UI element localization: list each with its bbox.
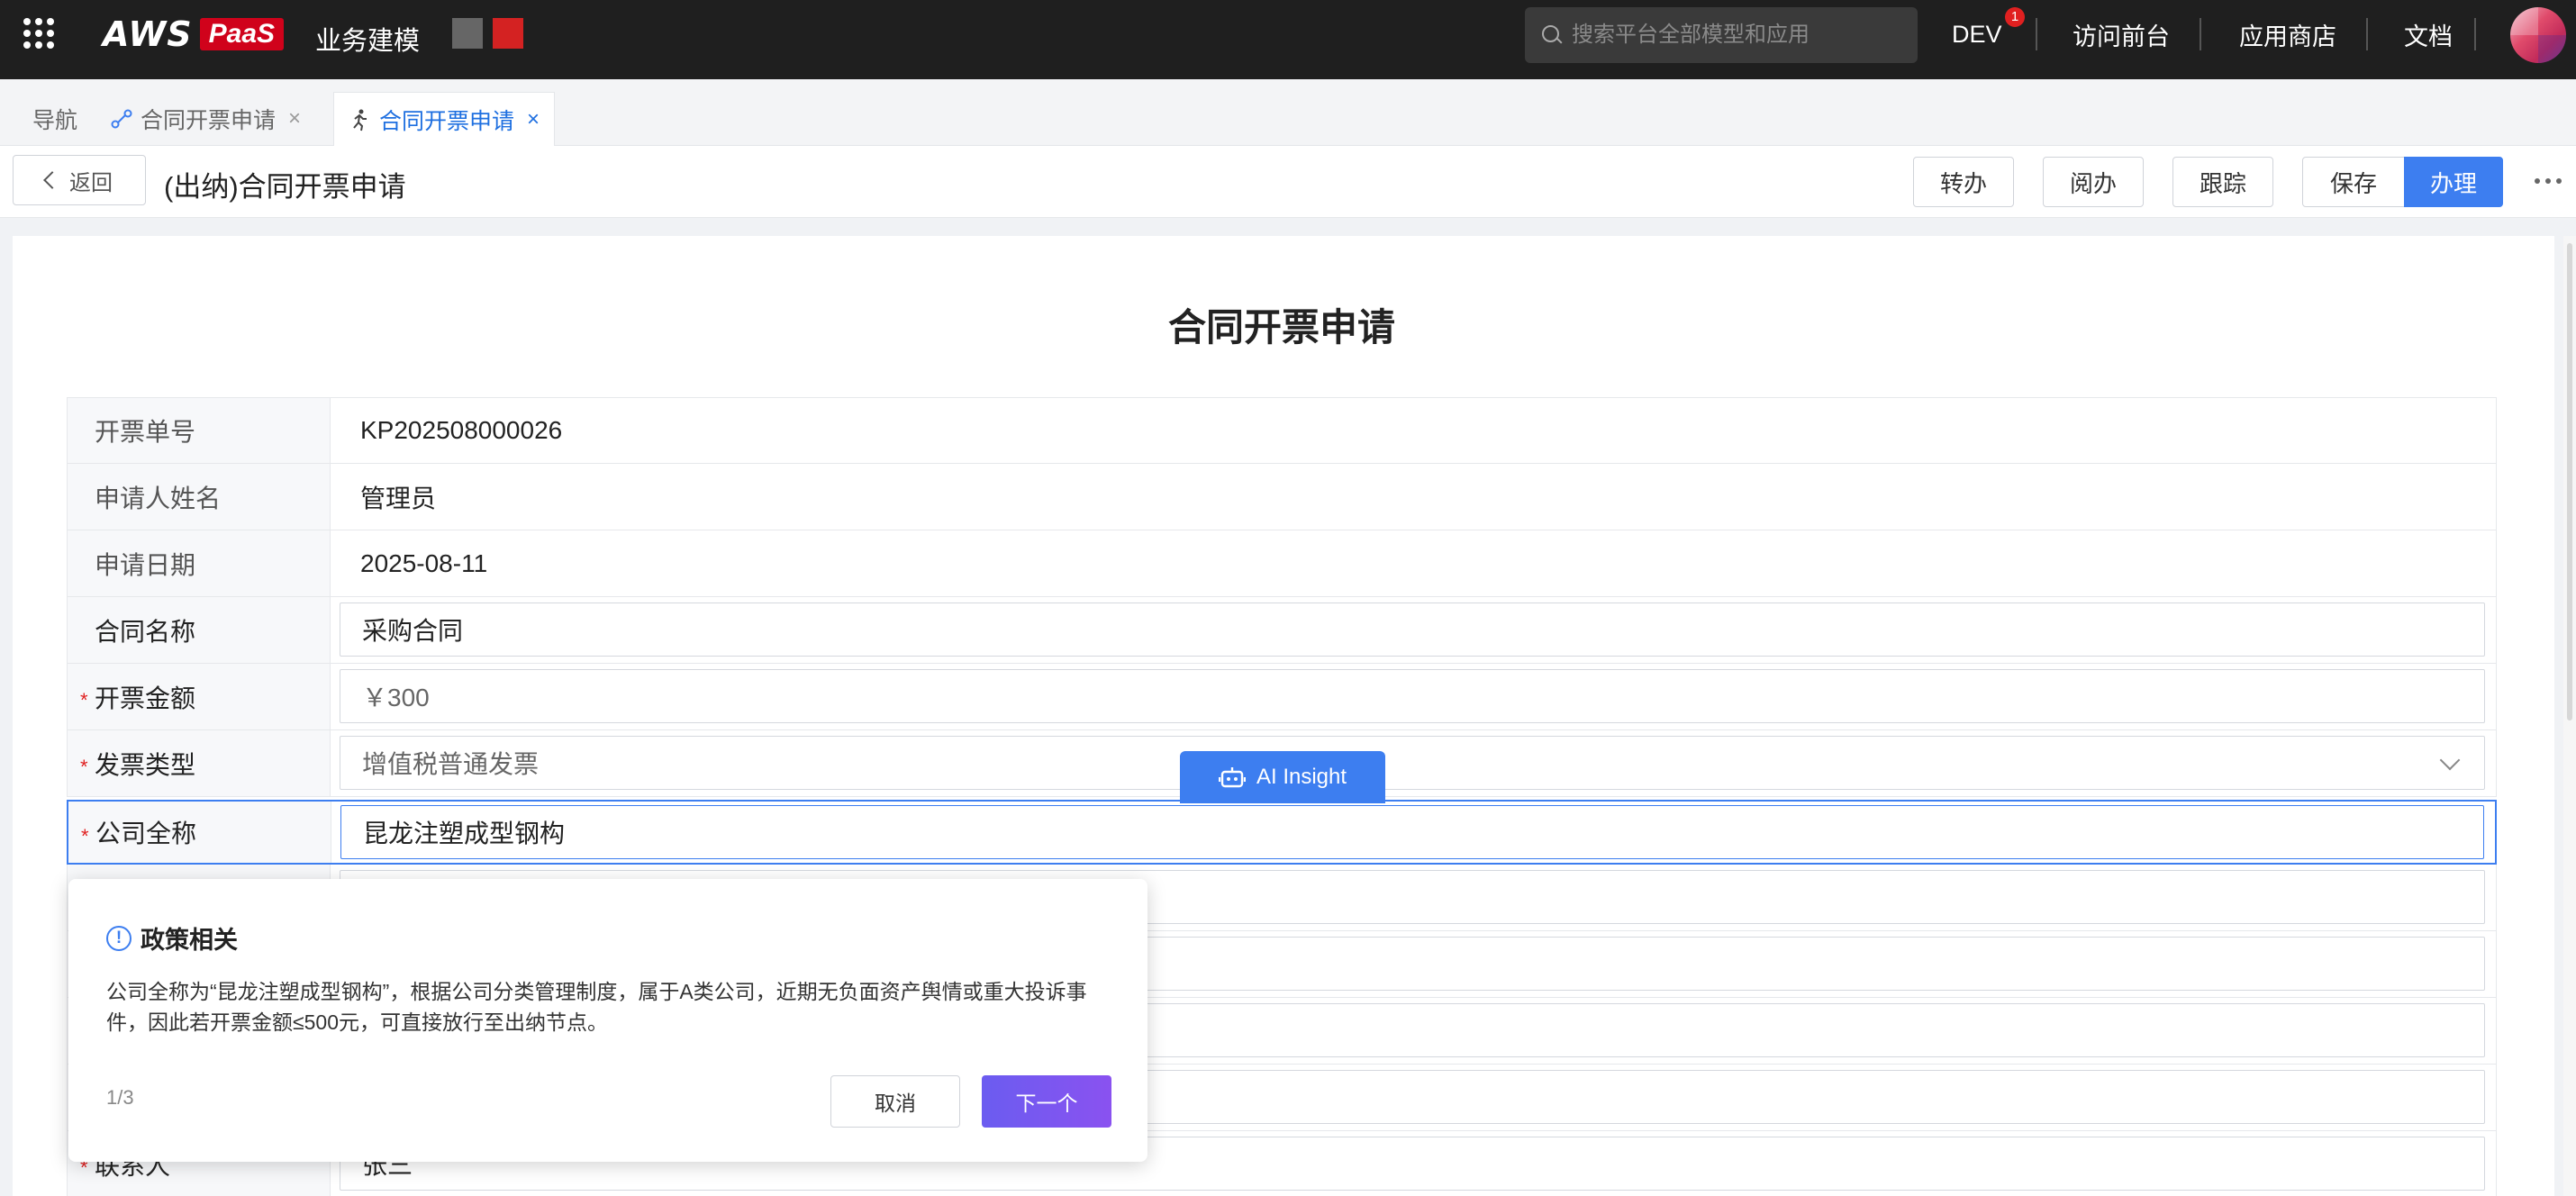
amount-input[interactable]: ￥300 xyxy=(340,669,2485,723)
field-label-text: 发票类型 xyxy=(95,750,196,779)
top-bar: AWS PaaS 业务建模 DEV 1 访问前台 应用商店 文档 xyxy=(0,0,2576,79)
close-icon[interactable]: × xyxy=(527,107,540,132)
field-label-required: * 发票类型 xyxy=(68,730,331,796)
brand-logo-aws: AWS xyxy=(103,14,193,54)
back-button-label: 返回 xyxy=(69,170,113,195)
transfer-button[interactable]: 转办 xyxy=(1913,157,2014,207)
popover-title-text: 政策相关 xyxy=(141,927,238,954)
invoice-type-select[interactable]: 增值税普通发票 xyxy=(340,736,2485,790)
form-row-date: 申请日期 2025-08-11 xyxy=(67,530,2497,597)
dev-menu[interactable]: DEV xyxy=(1952,0,2002,68)
save-button[interactable]: 保存 xyxy=(2302,157,2405,207)
form-row-contract-name: 合同名称 采购合同 xyxy=(67,597,2497,664)
global-search[interactable] xyxy=(1525,7,1918,63)
ai-insight-label: AI Insight xyxy=(1256,765,1347,789)
tab-contract-invoice-2[interactable]: 合同开票申请 × xyxy=(333,92,556,146)
robot-icon xyxy=(1218,767,1246,788)
track-button[interactable]: 跟踪 xyxy=(2172,157,2273,207)
brand-logo-paas: PaaS xyxy=(199,18,285,50)
nav-app-store[interactable]: 应用商店 xyxy=(2239,0,2336,68)
process-icon xyxy=(111,109,132,129)
field-label: 合同名称 xyxy=(68,597,331,663)
more-icon[interactable] xyxy=(2533,173,2563,191)
handle-button[interactable]: 办理 xyxy=(2404,157,2503,207)
chevron-down-icon xyxy=(2439,749,2461,771)
form-toolbar: 返回 (出纳)合同开票申请 转办 阅办 跟踪 保存 办理 xyxy=(0,146,2576,218)
popover-title: ! 政策相关 xyxy=(106,920,238,956)
app-name: 业务建模 xyxy=(315,27,421,56)
tab-nav-label: 导航 xyxy=(32,108,78,133)
tab-bar: 导航 合同开票申请 × 合同开票申请 × xyxy=(0,79,2576,146)
nav-docs[interactable]: 文档 xyxy=(2404,0,2453,68)
required-mark: * xyxy=(80,689,88,711)
divider xyxy=(2200,18,2201,50)
contract-name-input[interactable]: 采购合同 xyxy=(340,603,2485,657)
popover-body: 公司全称为“昆龙注塑成型钢构”，根据公司分类管理制度，属于A类公司，近期无负面资… xyxy=(106,980,1087,1034)
form-row-amount: * 开票金额 ￥300 xyxy=(67,664,2497,730)
field-label-text: 开票金额 xyxy=(95,684,196,712)
info-icon: ! xyxy=(106,925,132,951)
field-label-required: * 公司全称 xyxy=(68,802,331,863)
next-button[interactable]: 下一个 xyxy=(982,1075,1111,1128)
applicant-value: 管理员 xyxy=(360,484,437,512)
field-label: 申请人姓名 xyxy=(68,464,331,530)
gray-square-icon[interactable] xyxy=(452,18,483,49)
user-avatar[interactable] xyxy=(2510,7,2566,63)
ai-insight-button[interactable]: AI Insight xyxy=(1180,751,1385,803)
popover-page-indicator: 1/3 xyxy=(106,1086,134,1109)
dev-label: DEV xyxy=(1952,20,2002,48)
back-button[interactable]: 返回 xyxy=(13,155,146,205)
read-button[interactable]: 阅办 xyxy=(2043,157,2144,207)
red-square-icon[interactable] xyxy=(493,18,523,49)
divider xyxy=(2474,18,2476,50)
company-name-input[interactable]: 昆龙注塑成型钢构 xyxy=(340,805,2484,859)
form-title: 合同开票申请 xyxy=(1167,306,1395,349)
page-title: (出纳)合同开票申请 xyxy=(164,171,406,203)
nav-frontend[interactable]: 访问前台 xyxy=(2073,0,2170,68)
tab-label: 合同开票申请 xyxy=(141,108,277,133)
policy-popover: ! 政策相关 公司全称为“昆龙注塑成型钢构”，根据公司分类管理制度，属于A类公司… xyxy=(68,879,1147,1162)
required-mark: * xyxy=(80,756,88,778)
app-grid-icon[interactable] xyxy=(23,18,54,49)
notification-badge: 1 xyxy=(2005,7,2025,27)
cancel-button[interactable]: 取消 xyxy=(830,1075,960,1128)
chevron-left-icon xyxy=(43,171,61,189)
divider xyxy=(2036,18,2037,50)
search-input[interactable] xyxy=(1572,23,1905,48)
form-row-applicant: 申请人姓名 管理员 xyxy=(67,464,2497,530)
date-value: 2025-08-11 xyxy=(360,548,488,577)
field-label: 申请日期 xyxy=(68,530,331,596)
tab-contract-invoice-1[interactable]: 合同开票申请 × xyxy=(110,92,301,146)
form-row-company-name: * 公司全称 昆龙注塑成型钢构 xyxy=(67,800,2497,865)
field-label-text: 公司全称 xyxy=(95,820,197,847)
tab-nav[interactable]: 导航 xyxy=(32,92,77,146)
scrollbar-thumb[interactable] xyxy=(2567,243,2572,720)
field-label: 开票单号 xyxy=(68,398,331,463)
search-icon xyxy=(1541,24,1563,46)
tab-label: 合同开票申请 xyxy=(379,108,515,134)
form-row-invoice-no: 开票单号 KP202508000026 xyxy=(67,397,2497,464)
runner-icon xyxy=(353,109,367,131)
invoice-no-value: KP202508000026 xyxy=(360,416,563,444)
invoice-type-value: 增值税普通发票 xyxy=(362,750,540,778)
field-label-required: * 开票金额 xyxy=(68,664,331,729)
divider xyxy=(2366,18,2368,50)
close-icon[interactable]: × xyxy=(288,106,301,131)
brand-logo[interactable]: AWS PaaS xyxy=(103,14,285,54)
required-mark: * xyxy=(81,825,89,847)
